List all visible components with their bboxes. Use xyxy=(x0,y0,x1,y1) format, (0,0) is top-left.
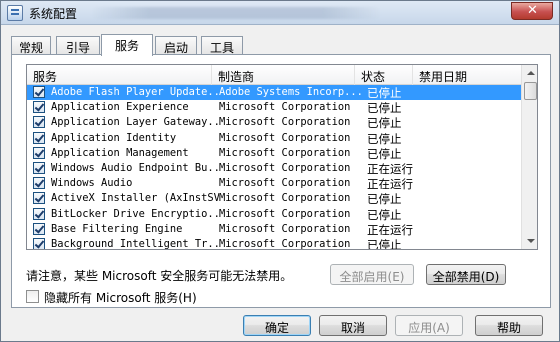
service-row[interactable]: Adobe Flash Player Update... Adobe System… xyxy=(27,85,521,101)
service-name: Background Intelligent Tr... xyxy=(51,237,219,250)
service-enabled-checkbox[interactable] xyxy=(33,86,45,98)
service-name: Windows Audio Endpoint Bu... xyxy=(51,161,219,174)
service-status: 已停止 xyxy=(367,101,402,116)
column-header-manufacturer[interactable]: 制造商 xyxy=(212,65,355,85)
service-manufacturer: Microsoft Corporation xyxy=(219,131,351,144)
apply-button[interactable]: 应用(A) xyxy=(395,315,463,336)
service-manufacturer: Microsoft Corporation xyxy=(219,161,351,174)
cancel-button[interactable]: 取消 xyxy=(319,315,387,336)
scroll-thumb[interactable] xyxy=(524,82,537,100)
system-config-window: 系统配置 ✕ 常规 引导 服务 启动 工具 服务 制造商 状态 禁用日期 Ado… xyxy=(0,0,560,342)
list-header: 服务 制造商 状态 禁用日期 xyxy=(27,65,521,85)
service-status: 已停止 xyxy=(367,86,402,100)
service-name: Adobe Flash Player Update... xyxy=(51,86,219,98)
service-row[interactable]: Application Layer Gateway... Microsoft Co… xyxy=(27,115,521,130)
service-name: ActiveX Installer (AxInstSV) xyxy=(51,192,219,205)
service-manufacturer: Microsoft Corporation xyxy=(219,146,351,159)
service-manufacturer: Microsoft Corporation xyxy=(219,222,351,235)
column-header-service[interactable]: 服务 xyxy=(27,65,212,85)
service-enabled-checkbox[interactable] xyxy=(33,222,45,235)
hide-ms-services-label: 隐藏所有 Microsoft 服务(H) xyxy=(44,291,197,305)
service-manufacturer: Microsoft Corporation xyxy=(219,192,351,205)
service-row[interactable]: Base Filtering Engine Microsoft Corporati… xyxy=(27,222,521,237)
service-status: 正在运行 xyxy=(367,222,413,237)
service-status: 已停止 xyxy=(367,207,402,222)
service-name: Application Management xyxy=(51,146,189,159)
service-status: 已停止 xyxy=(367,146,402,161)
service-row[interactable]: Background Intelligent Tr... Microsoft Co… xyxy=(27,237,521,250)
service-name: Application Experience xyxy=(51,101,189,114)
services-list[interactable]: 服务 制造商 状态 禁用日期 Adobe Flash Player Update… xyxy=(26,64,538,250)
service-row[interactable]: Application Management Microsoft Corporat… xyxy=(27,146,521,161)
service-enabled-checkbox[interactable] xyxy=(33,207,45,220)
service-status: 正在运行 xyxy=(367,161,413,176)
scroll-up-arrow-icon[interactable] xyxy=(522,65,537,82)
service-manufacturer: Microsoft Corporation xyxy=(219,207,351,220)
ok-button[interactable]: 确定 xyxy=(243,315,311,336)
service-manufacturer: Microsoft Corporation xyxy=(219,101,351,114)
service-enabled-checkbox[interactable] xyxy=(33,177,45,190)
hide-ms-services-checkbox[interactable] xyxy=(26,290,39,303)
close-button[interactable]: ✕ xyxy=(511,2,553,20)
service-enabled-checkbox[interactable] xyxy=(33,161,45,174)
service-manufacturer: Microsoft Corporation xyxy=(219,177,351,190)
service-name: BitLocker Drive Encryptio... xyxy=(51,207,219,220)
service-status: 正在运行 xyxy=(367,177,413,192)
service-name: Windows Audio xyxy=(51,177,133,190)
close-icon: ✕ xyxy=(527,3,538,18)
vertical-scrollbar[interactable] xyxy=(521,65,537,249)
service-enabled-checkbox[interactable] xyxy=(33,101,45,114)
tab-boot[interactable]: 引导 xyxy=(56,36,100,55)
service-manufacturer: Microsoft Corporation xyxy=(219,116,351,129)
service-enabled-checkbox[interactable] xyxy=(33,131,45,144)
service-row[interactable]: Windows Audio Endpoint Bu... Microsoft Co… xyxy=(27,161,521,176)
column-header-disable-date[interactable]: 禁用日期 xyxy=(413,65,521,85)
service-row[interactable]: Application Experience Microsoft Corporat… xyxy=(27,100,521,115)
scroll-down-arrow-icon[interactable] xyxy=(522,232,537,249)
help-button[interactable]: 帮助 xyxy=(475,315,543,336)
service-status: 已停止 xyxy=(367,237,402,250)
service-row[interactable]: BitLocker Drive Encryptio... Microsoft Co… xyxy=(27,207,521,222)
service-status: 已停止 xyxy=(367,192,402,207)
tab-services[interactable]: 服务 xyxy=(101,34,153,56)
window-title: 系统配置 xyxy=(29,7,78,21)
service-manufacturer: Microsoft Corporation xyxy=(219,237,351,250)
service-row[interactable]: Windows Audio Microsoft Corporation 正在运行 xyxy=(27,176,521,191)
title-bar[interactable]: 系统配置 ✕ xyxy=(1,1,559,25)
service-row[interactable]: ActiveX Installer (AxInstSV) Microsoft Co… xyxy=(27,191,521,206)
service-enabled-checkbox[interactable] xyxy=(33,116,45,129)
service-enabled-checkbox[interactable] xyxy=(33,146,45,159)
service-enabled-checkbox[interactable] xyxy=(33,237,45,249)
service-name: Application Identity xyxy=(51,131,177,144)
service-status: 已停止 xyxy=(367,131,402,146)
service-name: Base Filtering Engine xyxy=(51,222,183,235)
column-header-status[interactable]: 状态 xyxy=(355,65,413,85)
service-manufacturer: Adobe Systems Incorp... xyxy=(219,86,361,98)
list-rows: Adobe Flash Player Update... Adobe System… xyxy=(27,85,521,250)
service-row[interactable]: Application Identity Microsoft Corporatio… xyxy=(27,131,521,146)
services-panel: 服务 制造商 状态 禁用日期 Adobe Flash Player Update… xyxy=(11,54,551,308)
tab-general[interactable]: 常规 xyxy=(11,36,51,55)
system-config-icon xyxy=(7,5,23,21)
service-enabled-checkbox[interactable] xyxy=(33,192,45,205)
tab-tools[interactable]: 工具 xyxy=(201,36,243,55)
service-name: Application Layer Gateway... xyxy=(51,116,219,129)
enable-all-button[interactable]: 全部启用(E) xyxy=(330,264,414,285)
security-services-note: 请注意，某些 Microsoft 安全服务可能无法禁用。 xyxy=(26,269,293,283)
service-status: 已停止 xyxy=(367,116,402,131)
tab-startup[interactable]: 启动 xyxy=(155,36,197,55)
disable-all-button[interactable]: 全部禁用(D) xyxy=(426,264,506,285)
obscured-title-region xyxy=(91,7,381,19)
